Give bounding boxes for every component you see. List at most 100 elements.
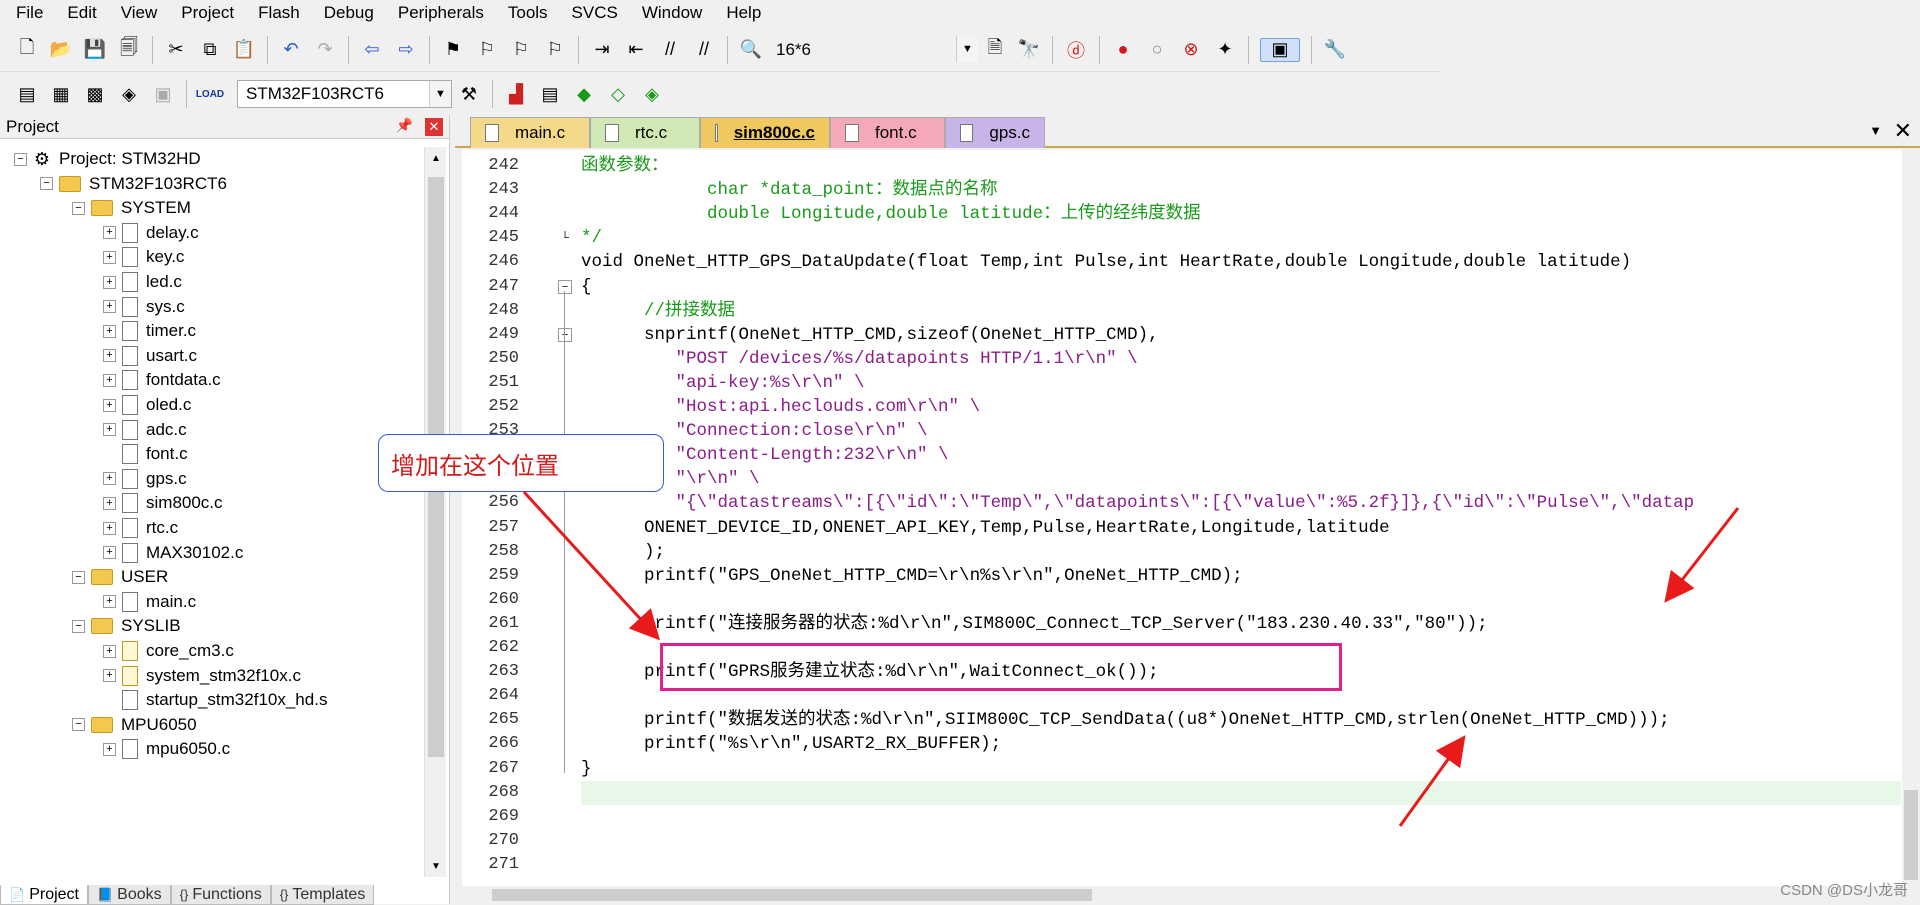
menu-item-project[interactable]: Project <box>169 3 246 23</box>
redo-icon[interactable]: ↷ <box>313 38 337 62</box>
window-icon[interactable]: ▣ <box>1260 37 1300 62</box>
expand-icon[interactable]: + <box>103 595 116 609</box>
code-line[interactable]: double Longitude,double latitude：上传的经纬度数… <box>581 202 1201 226</box>
tree-file[interactable]: + usart.c <box>103 344 197 368</box>
code-line[interactable]: char *data_point：数据点的名称 <box>581 178 998 202</box>
tree-file[interactable]: startup_stm32f10x_hd.s <box>103 688 327 712</box>
tree-file[interactable]: + adc.c <box>103 418 187 442</box>
collapse-icon[interactable]: − <box>72 201 85 215</box>
kill-breakpoints-icon[interactable]: ⊗ <box>1179 38 1203 62</box>
unindent-icon[interactable]: ⇤ <box>624 38 648 62</box>
translate-icon[interactable]: ▤ <box>15 82 39 106</box>
editor-tab-font-c[interactable]: font.c <box>830 117 945 148</box>
code-line[interactable]: printf("GPS_OneNet_HTTP_CMD=\r\n%s\r\n",… <box>581 564 1243 588</box>
expand-icon[interactable]: + <box>103 324 116 338</box>
open-icon[interactable]: 📂 <box>49 38 73 62</box>
tree-file[interactable]: + led.c <box>103 270 182 294</box>
tab-functions[interactable]: {} Functions <box>170 885 271 905</box>
find-in-files-icon[interactable]: 🔍 <box>739 38 763 62</box>
code-line[interactable]: "api-key:%s\r\n" \ <box>581 371 865 395</box>
menu-item-svcs[interactable]: SVCS <box>560 3 630 23</box>
tab-project[interactable]: 📄 Project <box>0 885 88 905</box>
tree-group-system[interactable]: − SYSTEM <box>72 196 191 220</box>
scroll-down-icon[interactable]: ▼ <box>425 855 447 877</box>
fold-icon[interactable]: └ <box>558 231 572 245</box>
file-extensions-icon[interactable]: ▤ <box>538 82 562 106</box>
editor-tab-sim800c-c[interactable]: sim800c.c <box>700 117 830 148</box>
find-combo[interactable]: 16*6 ▼ <box>768 35 978 64</box>
code-line[interactable]: snprintf(OneNet_HTTP_CMD,sizeof(OneNet_H… <box>581 323 1159 347</box>
tree-file[interactable]: + gps.c <box>103 467 187 491</box>
expand-icon[interactable]: + <box>103 226 116 240</box>
stop-build-icon[interactable]: ▣ <box>151 82 175 106</box>
chevron-down-icon[interactable]: ▼ <box>956 35 978 62</box>
expand-icon[interactable]: + <box>103 275 116 289</box>
tree-file[interactable]: + rtc.c <box>103 516 178 540</box>
collapse-icon[interactable]: − <box>72 718 85 732</box>
expand-icon[interactable]: + <box>103 644 116 658</box>
expand-icon[interactable]: + <box>103 349 116 363</box>
code-line[interactable]: ); <box>581 540 665 564</box>
collapse-icon[interactable]: − <box>72 619 85 633</box>
new-file-icon[interactable]: 🗋 <box>15 37 39 62</box>
tree-file[interactable]: + system_stm32f10x.c <box>103 664 301 688</box>
undo-icon[interactable]: ↶ <box>279 38 303 62</box>
indent-icon[interactable]: ⇥ <box>590 38 614 62</box>
menu-item-help[interactable]: Help <box>714 3 773 23</box>
expand-icon[interactable]: + <box>103 423 116 437</box>
code-line[interactable]: } <box>581 757 592 781</box>
nav-back-icon[interactable]: ⇦ <box>360 38 384 62</box>
tree-file[interactable]: + core_cm3.c <box>103 639 234 663</box>
code-area[interactable]: 函数参数： char *data_point：数据点的名称 double Lon… <box>581 150 1901 890</box>
scrollbar-thumb[interactable] <box>1904 790 1918 880</box>
tree-file[interactable]: + mpu6050.c <box>103 737 230 761</box>
code-line[interactable]: "Host:api.heclouds.com\r\n" \ <box>581 395 981 419</box>
config-icon[interactable]: ✦ <box>1213 38 1237 62</box>
nav-forward-icon[interactable]: ⇨ <box>394 38 418 62</box>
expand-icon[interactable]: + <box>103 496 116 510</box>
select-software-packs-icon[interactable]: ◇ <box>606 82 630 106</box>
code-line[interactable]: void OneNet_HTTP_GPS_DataUpdate(float Te… <box>581 250 1631 274</box>
save-icon[interactable]: 💾 <box>83 38 107 62</box>
code-line[interactable]: //拼接数据 <box>581 299 735 323</box>
tree-file[interactable]: + key.c <box>103 245 184 269</box>
menu-item-file[interactable]: File <box>4 3 55 23</box>
tree-group-mpu6050[interactable]: − MPU6050 <box>72 713 197 737</box>
editor-tab-rtc-c[interactable]: rtc.c <box>590 117 700 148</box>
scroll-up-icon[interactable]: ▲ <box>425 147 447 169</box>
tree-file[interactable]: + oled.c <box>103 393 191 417</box>
code-editor[interactable]: 2422432442452462472482492502512522532542… <box>462 150 1920 890</box>
uncomment-icon[interactable]: // <box>692 38 716 62</box>
menu-item-window[interactable]: Window <box>630 3 714 23</box>
chevron-down-icon[interactable]: ▼ <box>429 81 451 107</box>
collapse-icon[interactable]: − <box>40 177 53 191</box>
fold-icon[interactable]: − <box>558 279 572 294</box>
save-all-icon[interactable]: 🗐 <box>117 37 141 62</box>
tree-node-target[interactable]: − STM32F103RCT6 <box>40 172 227 196</box>
code-line[interactable]: ONENET_DEVICE_ID,ONENET_API_KEY,Temp,Pul… <box>581 516 1390 540</box>
code-line[interactable]: printf("连接服务器的状态:%d\r\n",SIM800C_Connect… <box>581 612 1488 636</box>
tree-file[interactable]: font.c <box>103 442 188 466</box>
editor-horizontal-scrollbar[interactable] <box>462 886 1902 904</box>
project-tree-scrollbar[interactable]: ▲ ▼ <box>424 147 446 877</box>
code-line[interactable]: 函数参数： <box>581 154 669 178</box>
menu-item-edit[interactable]: Edit <box>55 3 108 23</box>
tab-templates[interactable]: {} Templates <box>270 885 375 905</box>
editor-tab-gps-c[interactable]: gps.c <box>945 117 1045 148</box>
clear-bookmarks-icon[interactable]: ⚐ <box>543 38 567 62</box>
expand-icon[interactable]: + <box>103 398 116 412</box>
code-line[interactable]: printf("%s\r\n",USART2_RX_BUFFER); <box>581 732 1001 756</box>
fold-icon[interactable]: − <box>558 327 572 342</box>
incremental-find-icon[interactable]: 🔭 <box>1017 38 1041 62</box>
cut-icon[interactable]: ✂ <box>164 38 188 62</box>
build-icon[interactable]: ▦ <box>49 82 73 106</box>
code-line[interactable]: printf("数据发送的状态:%d\r\n",SIIM800C_TCP_Sen… <box>581 708 1670 732</box>
expand-icon[interactable]: + <box>103 472 116 486</box>
tree-file[interactable]: + sys.c <box>103 295 185 319</box>
batch-build-icon[interactable]: ◈ <box>117 82 141 106</box>
copy-icon[interactable]: ⧉ <box>198 38 222 62</box>
editor-tab-main-c[interactable]: main.c <box>470 117 590 148</box>
prev-bookmark-icon[interactable]: ⚐ <box>475 38 499 62</box>
tools-icon[interactable]: 🔧 <box>1323 38 1347 62</box>
pin-icon[interactable]: 📌 <box>396 117 413 134</box>
